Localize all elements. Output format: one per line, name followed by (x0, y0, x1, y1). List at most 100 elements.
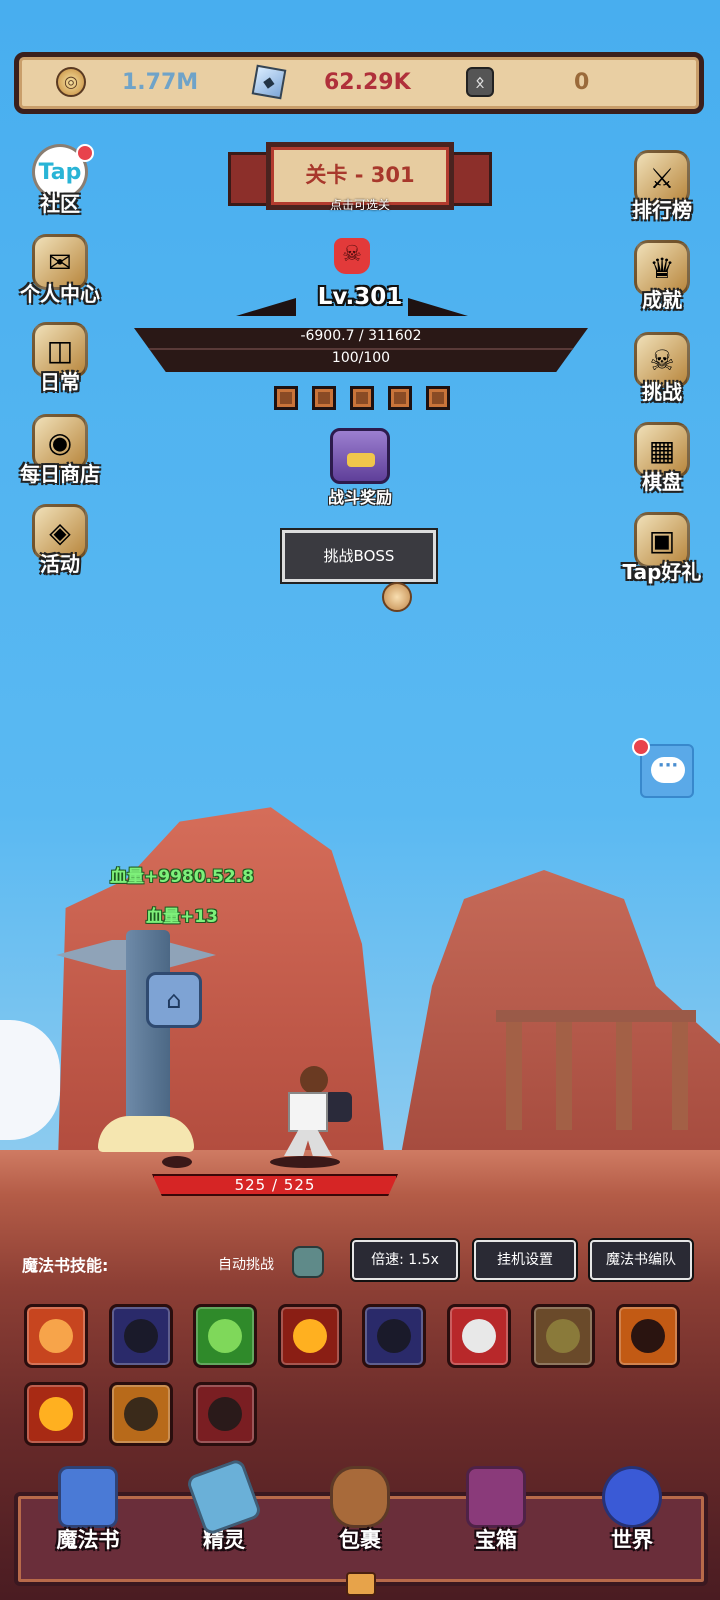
shadow-ghost-skill-2-icon (377, 1319, 411, 1353)
hero-character (266, 1066, 352, 1160)
daily-button[interactable]: ◫ 日常 (12, 322, 108, 395)
nav-spellbook[interactable]: 魔法书 (38, 1466, 138, 1554)
community-button[interactable]: Tap 社区 (12, 144, 108, 217)
crystal-icon: ◆ (251, 64, 287, 100)
poison-cloud-skill-icon (208, 1319, 242, 1353)
archer-skill-icon (546, 1319, 580, 1353)
spellbook-team-button[interactable]: 魔法书编队 (590, 1240, 692, 1280)
boss-shield-text: 100/100 (134, 348, 588, 366)
coin-icon: ◎ (56, 67, 86, 97)
rune-amount: 0 (574, 69, 590, 95)
stage-title: 关卡 - 301 (305, 163, 415, 187)
gold-amount: 1.77M (122, 69, 199, 95)
tap-gift-label: Tap好礼 (622, 560, 702, 584)
spellbook-skills-label: 魔法书技能: (22, 1256, 109, 1275)
wave-slot (388, 386, 412, 410)
spellbook-icon (58, 1466, 118, 1528)
auto-challenge-toggle[interactable] (292, 1246, 324, 1278)
rune-counter: ᛟ 0 (466, 62, 589, 102)
notification-dot (632, 738, 650, 756)
boss-hp-text: -6900.7 / 311602 (300, 328, 422, 344)
rune-stone-icon: ⌂ (146, 972, 202, 1028)
nav-world[interactable]: 世界 (582, 1466, 682, 1554)
nav-spirit[interactable]: 精灵 (174, 1457, 274, 1554)
fireball-skill-2[interactable] (24, 1382, 88, 1446)
shell-pickup-icon[interactable] (382, 582, 412, 612)
dark-orb-skill[interactable] (193, 1382, 257, 1446)
tap-gift-button[interactable]: ▣ Tap好礼 (614, 512, 710, 585)
heal-float-text: 血量+9980.52.8 (110, 867, 254, 887)
wave-slot (274, 386, 298, 410)
wave-slot (312, 386, 336, 410)
hammer-skill[interactable] (446, 1304, 511, 1368)
challenge-label: 挑战 (642, 380, 682, 404)
chessboard-label: 棋盘 (642, 470, 682, 494)
crystal-counter: ◆ 62.29K (251, 62, 411, 102)
event-label: 活动 (40, 552, 80, 576)
poison-cloud-skill[interactable] (193, 1304, 257, 1368)
idle-settings-button[interactable]: 挂机设置 (474, 1240, 576, 1280)
fireball-skill[interactable] (277, 1304, 342, 1368)
shadow-ghost-skill[interactable] (108, 1304, 173, 1368)
daily-label: 日常 (40, 370, 80, 394)
fire-spirit-skill-icon (39, 1319, 73, 1353)
boss-skull-icon: ☠ (334, 238, 370, 274)
target-skill[interactable] (108, 1382, 173, 1446)
auto-challenge-label: 自动挑战 (218, 1257, 274, 1273)
heal-float-text: 血量+13 (146, 907, 218, 927)
shadow-ghost-skill-icon (123, 1319, 158, 1353)
battle-reward-button[interactable]: 战斗奖励 (316, 428, 404, 508)
dark-orb-skill-icon (208, 1397, 242, 1431)
rune-icon: ᛟ (466, 67, 494, 97)
stage-hint: 点击可选关 (329, 198, 390, 212)
daily-shop-label: 每日商店 (20, 462, 100, 486)
nav-spellbook-label: 魔法书 (56, 1528, 120, 1552)
chat-button[interactable]: ··· (632, 738, 694, 798)
chat-bubble-icon: ··· (651, 757, 685, 783)
profile-label: 个人中心 (20, 282, 100, 306)
achievement-button[interactable]: ♛ 成就 (614, 240, 710, 313)
wave-slot (426, 386, 450, 410)
wooden-ruin (496, 1010, 696, 1130)
nav-world-label: 世界 (611, 1528, 653, 1552)
fire-spirit-skill[interactable] (24, 1304, 88, 1368)
daily-shop-button[interactable]: ◉ 每日商店 (12, 414, 108, 487)
nav-bag[interactable]: 包裹 (310, 1466, 410, 1554)
flame-bomb-skill-icon (630, 1319, 665, 1353)
community-label: 社区 (40, 192, 80, 216)
fireball-skill-2-icon (39, 1397, 73, 1431)
challenge-boss-button[interactable]: 挑战BOSS (282, 530, 436, 582)
shadow-ghost-skill-2[interactable] (362, 1304, 426, 1368)
bag-icon (330, 1466, 390, 1528)
nav-chest-label: 宝箱 (475, 1528, 517, 1552)
eye-globe-icon (602, 1466, 662, 1528)
boss-hp-panel: -6900.7 / 311602 100/100 (134, 328, 588, 372)
flame-bomb-skill[interactable] (615, 1304, 680, 1368)
wave-slot (350, 386, 374, 410)
leaderboard-label: 排行榜 (632, 198, 692, 222)
shadow (162, 1156, 192, 1168)
hammer-skill-icon (461, 1319, 496, 1353)
leaderboard-button[interactable]: ⚔ 排行榜 (614, 150, 710, 223)
straw-nest (98, 1116, 194, 1152)
hero-hp-bar: 525 / 525 (152, 1174, 398, 1196)
profile-button[interactable]: ✉ 个人中心 (12, 234, 108, 307)
archer-skill[interactable] (531, 1304, 595, 1368)
fireball-skill-icon (292, 1319, 327, 1353)
chest-icon (466, 1466, 526, 1528)
challenge-button[interactable]: ☠ 挑战 (614, 332, 710, 405)
speed-button[interactable]: 倍速: 1.5x (352, 1240, 458, 1280)
chessboard-button[interactable]: ▦ 棋盘 (614, 422, 710, 495)
battle-reward-label: 战斗奖励 (327, 488, 392, 507)
stage-selector[interactable]: 关卡 - 301 点击可选关 (228, 138, 492, 220)
nav-chest[interactable]: 宝箱 (446, 1466, 546, 1554)
reward-chest-icon (330, 428, 390, 484)
event-button[interactable]: ◈ 活动 (12, 504, 108, 577)
nav-center-ornament-icon (346, 1572, 376, 1596)
crystal-amount: 62.29K (324, 69, 411, 95)
gold-counter: ◎ 1.77M (56, 62, 198, 102)
target-skill-icon (123, 1397, 158, 1431)
level-wing-left (236, 298, 296, 316)
nav-bag-label: 包裹 (339, 1528, 381, 1552)
boss-level: Lv.301 (317, 284, 403, 310)
